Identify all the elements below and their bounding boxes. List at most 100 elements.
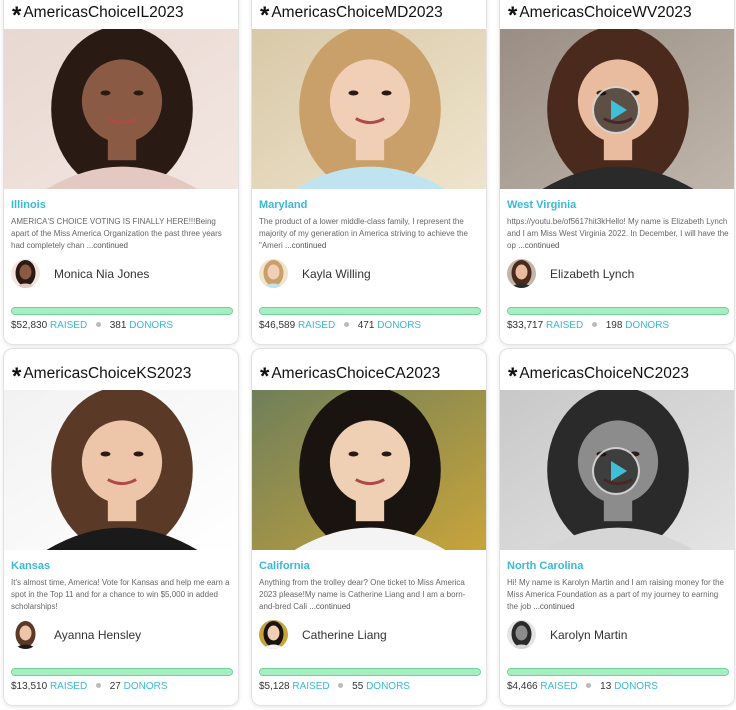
donor-count: 471 xyxy=(357,320,375,331)
fundraising-stats: $46,589 RAISED 471 DONORS xyxy=(259,320,421,331)
raised-amount: $52,830 xyxy=(11,320,48,331)
separator-dot-icon xyxy=(338,683,344,688)
portrait-photo[interactable] xyxy=(4,390,238,550)
play-icon xyxy=(610,461,627,481)
raised-amount: $5,128 xyxy=(259,681,290,692)
candidate[interactable]: Monica Nia Jones xyxy=(11,259,149,288)
state-name[interactable]: West Virginia xyxy=(507,199,576,211)
avatar xyxy=(259,620,288,649)
continued-link[interactable]: ...continued xyxy=(87,241,128,250)
fundraising-stats: $4,466 RAISED 13 DONORS xyxy=(507,681,658,692)
portrait-photo[interactable] xyxy=(252,29,486,189)
campaign-description: Hi! My name is Karolyn Martin and I am r… xyxy=(507,577,729,613)
description-text: It's almost time, America! Vote for Kans… xyxy=(11,578,230,611)
candidate[interactable]: Ayanna Hensley xyxy=(11,620,141,649)
candidate-name: Catherine Liang xyxy=(302,627,387,642)
candidate-name: Ayanna Hensley xyxy=(54,627,142,642)
campaign-description: https://youtu.be/of5617hit3kHello! My na… xyxy=(507,216,729,252)
donors-label: DONORS xyxy=(377,320,422,331)
separator-dot-icon xyxy=(95,322,101,327)
portrait-photo[interactable] xyxy=(500,390,734,550)
campaign-description: Anything from the trolley dear? One tick… xyxy=(259,577,481,613)
portrait-photo[interactable] xyxy=(500,29,734,189)
continued-link[interactable]: ...continued xyxy=(309,602,350,611)
avatar xyxy=(11,259,40,288)
donors-label: DONORS xyxy=(129,320,174,331)
candidate[interactable]: Elizabeth Lynch xyxy=(507,259,634,288)
raised-amount: $33,717 xyxy=(507,320,544,331)
progress-bar xyxy=(259,668,481,676)
asterisk-icon: * xyxy=(508,2,518,29)
campaign-description: AMERICA'S CHOICE VOTING IS FINALLY HERE!… xyxy=(11,216,233,252)
raised-label: RAISED xyxy=(297,320,336,331)
campaign-card[interactable]: * AmericasChoiceKS2023 Kansas It's almos… xyxy=(3,348,239,706)
continued-link[interactable]: ...continued xyxy=(533,602,574,611)
progress-fill xyxy=(12,308,232,314)
card-title[interactable]: * AmericasChoiceMD2023 xyxy=(260,2,443,29)
avatar xyxy=(11,620,40,649)
asterisk-icon: * xyxy=(260,2,270,29)
fundraising-stats: $33,717 RAISED 198 DONORS xyxy=(507,320,669,331)
state-name[interactable]: California xyxy=(259,560,310,572)
progress-fill xyxy=(12,669,232,675)
separator-dot-icon xyxy=(591,322,597,327)
campaign-card[interactable]: * AmericasChoiceIL2023 Illinois AMERICA'… xyxy=(3,0,239,345)
campaign-card[interactable]: * AmericasChoiceMD2023 Maryland The prod… xyxy=(251,0,487,345)
progress-bar xyxy=(507,307,729,315)
portrait-photo[interactable] xyxy=(4,29,238,189)
fundraising-stats: $52,830 RAISED 381 DONORS xyxy=(11,320,173,331)
avatar xyxy=(259,259,288,288)
campaign-card[interactable]: * AmericasChoiceWV2023 West Virginia htt… xyxy=(499,0,735,345)
candidate-name: Monica Nia Jones xyxy=(54,266,150,281)
raised-label: RAISED xyxy=(49,681,88,692)
continued-link[interactable]: ...continued xyxy=(518,241,559,250)
play-video-button[interactable] xyxy=(592,86,640,134)
donor-count: 55 xyxy=(352,681,364,692)
candidate[interactable]: Karolyn Martin xyxy=(507,620,627,649)
progress-bar xyxy=(11,668,233,676)
state-name[interactable]: North Carolina xyxy=(507,560,583,572)
portrait-photo-art xyxy=(252,390,486,550)
progress-fill xyxy=(508,669,728,675)
candidate-name: Elizabeth Lynch xyxy=(550,266,635,281)
raised-amount: $46,589 xyxy=(259,320,296,331)
asterisk-icon: * xyxy=(260,363,270,390)
raised-label: RAISED xyxy=(292,681,330,692)
donors-label: DONORS xyxy=(366,681,410,692)
donors-label: DONORS xyxy=(614,681,658,692)
donors-label: DONORS xyxy=(625,320,670,331)
description-text: Anything from the trolley dear? One tick… xyxy=(259,578,466,611)
candidate[interactable]: Catherine Liang xyxy=(259,620,387,649)
state-name[interactable]: Illinois xyxy=(11,199,46,211)
play-icon xyxy=(610,100,627,120)
asterisk-icon: * xyxy=(508,363,518,390)
card-title-text: AmericasChoiceNC2023 xyxy=(519,365,690,382)
state-name[interactable]: Maryland xyxy=(259,199,307,211)
candidate[interactable]: Kayla Willing xyxy=(259,259,371,288)
progress-bar xyxy=(507,668,729,676)
progress-fill xyxy=(260,669,480,675)
campaign-description: The product of a lower middle-class fami… xyxy=(259,216,481,252)
campaign-grid: * AmericasChoiceIL2023 Illinois AMERICA'… xyxy=(0,0,736,710)
card-title[interactable]: * AmericasChoiceCA2023 xyxy=(260,363,441,390)
play-video-button[interactable] xyxy=(592,447,640,495)
card-title[interactable]: * AmericasChoiceKS2023 xyxy=(12,365,191,389)
card-title[interactable]: * AmericasChoiceIL2023 xyxy=(12,4,184,28)
state-name[interactable]: Kansas xyxy=(11,560,50,572)
candidate-name: Karolyn Martin xyxy=(550,627,628,642)
portrait-photo-art xyxy=(252,29,486,189)
continued-link[interactable]: ...continued xyxy=(285,241,326,250)
card-title[interactable]: * AmericasChoiceNC2023 xyxy=(508,363,690,390)
card-title-text: AmericasChoiceCA2023 xyxy=(271,365,441,382)
campaign-card[interactable]: * AmericasChoiceCA2023 California Anythi… xyxy=(251,348,487,706)
donor-count: 13 xyxy=(600,681,612,692)
fundraising-stats: $13,510 RAISED 27 DONORS xyxy=(11,681,168,692)
donors-label: DONORS xyxy=(123,681,168,692)
portrait-photo-art xyxy=(4,390,238,550)
card-title[interactable]: * AmericasChoiceWV2023 xyxy=(508,2,692,29)
separator-dot-icon xyxy=(586,683,592,688)
progress-fill xyxy=(260,308,480,314)
raised-amount: $13,510 xyxy=(11,681,48,692)
portrait-photo[interactable] xyxy=(252,390,486,550)
campaign-card[interactable]: * AmericasChoiceNC2023 North Carolina Hi… xyxy=(499,348,735,706)
